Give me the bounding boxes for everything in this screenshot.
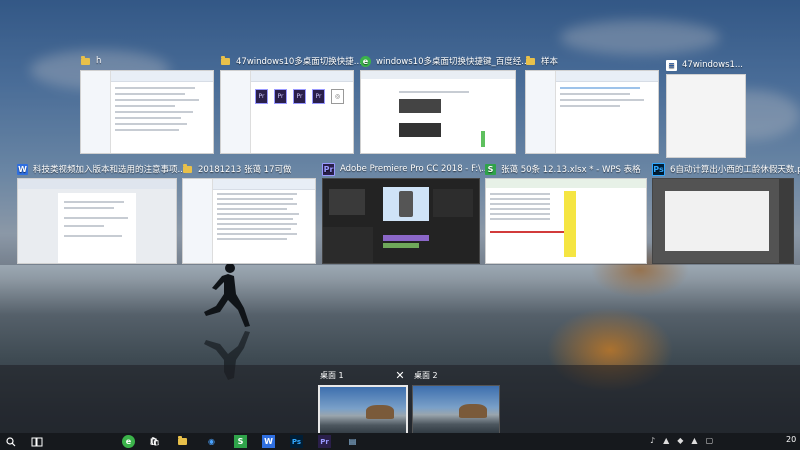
window-premiere[interactable]: Pr Adobe Premiere Pro CC 2018 - F:\... — [322, 162, 489, 265]
window-title: 47windows1... — [682, 60, 744, 70]
window-title: 20181213 张蔼 17可做 — [198, 165, 292, 175]
desktop-label: 桌面 2 — [414, 371, 438, 380]
wps-writer-icon[interactable]: W — [262, 435, 275, 448]
premiere-icon: Pr — [322, 162, 335, 176]
photoshop-icon[interactable]: Ps — [290, 435, 303, 448]
360-browser-icon: e — [360, 55, 371, 67]
window-folder-h[interactable]: h — [80, 54, 214, 154]
window-title: 47windows10多桌面切换快捷... — [236, 57, 362, 67]
wps-sheet-icon[interactable]: S — [234, 435, 247, 448]
runner-silhouette — [204, 263, 250, 327]
window-thumbnail — [485, 178, 647, 264]
folder-icon — [80, 55, 91, 67]
window-title: 张蔼 50条 12.13.xlsx * - WPS 表格 — [501, 165, 641, 175]
window-title: windows10多桌面切换快捷键_百度经... — [376, 57, 530, 67]
window-thumbnail — [666, 74, 746, 158]
window-wps-sheet[interactable]: S 张蔼 50条 12.13.xlsx * - WPS 表格 — [485, 162, 647, 265]
store-icon[interactable]: 🛍 — [148, 435, 161, 448]
task-view-icon[interactable] — [30, 435, 43, 448]
notepad-icon[interactable]: ▤ — [346, 435, 359, 448]
window-thumbnail — [80, 70, 214, 154]
window-thumbnail — [652, 178, 794, 264]
desktop-preview — [412, 385, 500, 435]
window-title: 样本 — [541, 57, 559, 67]
window-word-47windows[interactable]: ≡ 47windows1... — [666, 58, 746, 158]
360-browser-icon[interactable]: e — [122, 435, 135, 448]
window-thumbnail — [360, 70, 516, 154]
window-thumbnail — [322, 178, 480, 264]
taskbar: e 🛍 ◉ S W Ps Pr ▤ ♪▲◆▲▢ 20 — [0, 433, 800, 450]
folder-icon — [182, 163, 193, 175]
wps-sheet-icon: S — [485, 163, 496, 175]
window-thumbnail — [17, 178, 177, 264]
photoshop-icon: Ps — [652, 162, 665, 176]
window-folder-47windows10[interactable]: 47windows10多桌面切换快捷... Pr Pr Pr Pr ◎ — [220, 54, 362, 154]
word-document-icon: ≡ — [666, 59, 677, 71]
window-title: 6自动计算出小西的工龄休假天数.psd... — [670, 165, 800, 175]
tray-icons: ♪▲◆▲▢ — [650, 436, 722, 445]
network-icon[interactable]: ◉ — [205, 435, 218, 448]
window-title: h — [96, 56, 102, 66]
folder-icon — [220, 55, 231, 67]
window-thumbnail — [182, 178, 316, 264]
window-title: Adobe Premiere Pro CC 2018 - F:\... — [340, 164, 490, 174]
window-browser-baidu[interactable]: e windows10多桌面切换快捷键_百度经... — [360, 54, 529, 154]
window-thumbnail: Pr Pr Pr Pr ◎ — [220, 70, 354, 154]
close-desktop-button[interactable]: ✕ — [394, 370, 406, 382]
search-icon[interactable] — [4, 435, 17, 448]
window-folder-sample[interactable]: 样本 — [525, 54, 659, 154]
window-folder-20181213[interactable]: 20181213 张蔼 17可做 — [182, 162, 316, 265]
window-title: 科技类视频加入版本和选用的注意事项... — [33, 165, 186, 175]
window-wps-writer[interactable]: W 科技类视频加入版本和选用的注意事项... — [17, 162, 186, 265]
premiere-icon[interactable]: Pr — [318, 435, 331, 448]
desktop-preview — [318, 385, 408, 437]
clock[interactable]: 20 — [786, 435, 796, 444]
window-thumbnail — [525, 70, 659, 154]
wps-writer-icon: W — [17, 163, 28, 175]
desktop-label: 桌面 1 — [320, 371, 344, 380]
folder-icon — [525, 55, 536, 67]
file-explorer-icon[interactable] — [176, 435, 189, 448]
window-photoshop[interactable]: Ps 6自动计算出小西的工龄休假天数.psd... — [652, 162, 800, 265]
